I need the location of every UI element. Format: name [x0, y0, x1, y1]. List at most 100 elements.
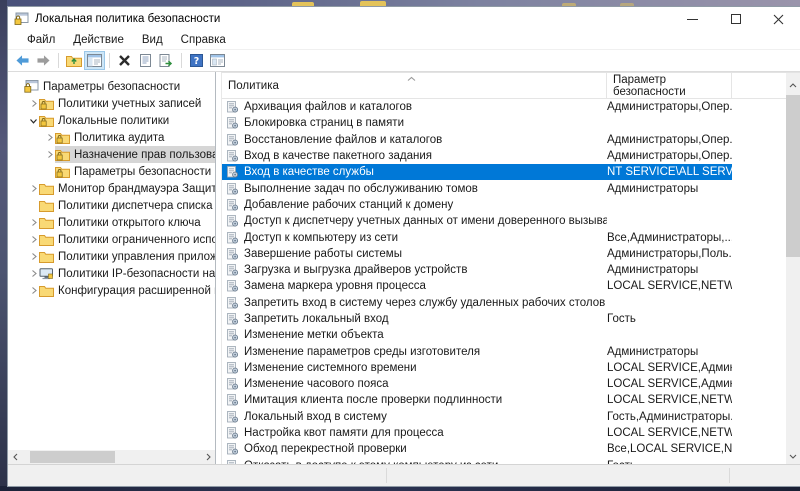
forward-arrow-icon[interactable] — [33, 51, 54, 70]
tree-item[interactable]: Политики учетных записей — [8, 95, 215, 112]
tree-item-body: Политики ограниченного использо — [39, 231, 215, 248]
tree-item[interactable]: Политики IP-безопасности на "Лока — [8, 265, 215, 282]
scroll-left-icon[interactable] — [8, 450, 22, 464]
app-console-lock-icon[interactable] — [14, 12, 29, 26]
policy-row[interactable]: Изменение метки объекта — [222, 327, 786, 343]
expander-spacer — [13, 81, 24, 92]
expand-chevron-icon[interactable] — [28, 234, 39, 245]
scrollbar-thumb[interactable] — [786, 95, 800, 257]
policy-name: Вход в качестве службы — [244, 166, 374, 178]
policy-row[interactable]: Запретить вход в систему через службу уд… — [222, 295, 786, 311]
console-lock-icon — [24, 80, 39, 93]
up-one-level-icon[interactable] — [63, 51, 84, 70]
show-console-tree-icon[interactable] — [84, 51, 105, 70]
new-window-icon[interactable] — [207, 51, 228, 70]
maximize-button[interactable] — [714, 7, 757, 31]
policy-name: Запретить локальный вход — [244, 313, 389, 325]
policy-row[interactable]: Вход в качестве пакетного заданияАдминис… — [222, 148, 786, 164]
tree-item-body: Политики открытого ключа — [39, 214, 204, 231]
scroll-right-icon[interactable] — [201, 450, 215, 464]
help-icon[interactable]: ? — [186, 51, 207, 70]
policy-cell: Имитация клиента после проверки подлинно… — [222, 392, 607, 408]
expand-chevron-icon[interactable] — [44, 132, 55, 143]
tree-item[interactable]: Назначение прав пользователя — [8, 146, 215, 163]
statusbar-divider — [729, 468, 730, 483]
policy-row[interactable]: Завершение работы системыАдминистраторы,… — [222, 246, 786, 262]
expand-chevron-icon[interactable] — [28, 268, 39, 279]
policy-row[interactable]: Блокировка страниц в памяти — [222, 115, 786, 131]
security-setting-value: Все,Администраторы,... — [607, 229, 732, 245]
tree-item[interactable]: Параметры безопасности — [8, 163, 215, 180]
tree-item[interactable]: Локальные политики — [8, 112, 215, 129]
scrollbar-thumb[interactable] — [30, 451, 115, 463]
folder-icon — [39, 250, 54, 263]
policy-name: Вход в качестве пакетного задания — [244, 150, 432, 162]
expand-chevron-icon[interactable] — [28, 217, 39, 228]
policy-icon — [226, 313, 239, 325]
policy-row[interactable]: Добавление рабочих станций к домену — [222, 197, 786, 213]
expand-chevron-icon[interactable] — [28, 183, 39, 194]
security-setting-value: LOCAL SERVICE,NETWO... — [607, 278, 732, 294]
tree-item[interactable]: Параметры безопасности — [8, 78, 215, 95]
policy-name: Замена маркера уровня процесса — [244, 280, 426, 292]
security-setting-value — [607, 295, 732, 311]
tree-item[interactable]: Политики открытого ключа — [8, 214, 215, 231]
back-arrow-icon[interactable] — [12, 51, 33, 70]
expand-chevron-icon[interactable] — [28, 285, 39, 296]
policy-row[interactable]: Вход в качестве службы NT SERVICE\ALL SER… — [222, 164, 786, 180]
expand-chevron-icon[interactable] — [28, 251, 39, 262]
list-vertical-scrollbar[interactable] — [786, 73, 800, 464]
column-header-policy[interactable]: Политика — [222, 73, 607, 98]
policy-row[interactable]: Настройка квот памяти для процессаLOCAL … — [222, 425, 786, 441]
tree-item[interactable]: Монитор брандмауэра Защитника ' — [8, 180, 215, 197]
policy-row[interactable]: Имитация клиента после проверки подлинно… — [222, 392, 786, 408]
policy-list: Архивация файлов и каталоговАдминистрато… — [222, 99, 786, 464]
policy-row[interactable]: Изменение часового поясаLOCAL SERVICE,Ад… — [222, 376, 786, 392]
policy-tree: Параметры безопасностиПолитики учетных з… — [8, 72, 215, 450]
policy-row[interactable]: Восстановление файлов и каталоговАдминис… — [222, 132, 786, 148]
scrollbar-track[interactable] — [22, 450, 201, 464]
expand-chevron-icon[interactable] — [44, 149, 55, 160]
close-button[interactable] — [757, 7, 800, 31]
policy-icon — [226, 411, 239, 423]
column-header-security-setting[interactable]: Параметр безопасности — [607, 73, 732, 98]
tree-item[interactable]: Политики ограниченного использо — [8, 231, 215, 248]
tree-item[interactable]: Политика аудита — [8, 129, 215, 146]
policy-icon — [226, 362, 239, 374]
policy-row[interactable]: Локальный вход в системуГость,Администра… — [222, 409, 786, 425]
expand-chevron-icon[interactable] — [28, 98, 39, 109]
policy-row[interactable]: Изменение системного времениLOCAL SERVIC… — [222, 360, 786, 376]
policy-cell: Замена маркера уровня процесса — [222, 278, 607, 294]
policy-row[interactable]: Выполнение задач по обслуживанию томовАд… — [222, 180, 786, 196]
scroll-up-icon[interactable] — [786, 78, 800, 92]
policy-row[interactable]: Доступ к компьютеру из сетиВсе,Администр… — [222, 229, 786, 245]
policy-row[interactable]: Доступ к диспетчеру учетных данных от им… — [222, 213, 786, 229]
policy-row[interactable]: Замена маркера уровня процесса LOCAL SERV… — [222, 278, 786, 294]
tree-item[interactable]: Политики управления приложения — [8, 248, 215, 265]
policy-row[interactable]: Запретить локальный входГость — [222, 311, 786, 327]
tree-horizontal-scrollbar[interactable] — [8, 450, 215, 464]
menu-view[interactable]: Вид — [133, 31, 172, 50]
minimize-button[interactable] — [671, 7, 714, 31]
collapse-chevron-icon[interactable] — [28, 115, 39, 126]
tree-item[interactable]: Конфигурация расширенной полит — [8, 282, 215, 299]
delete-icon[interactable] — [114, 51, 135, 70]
policy-row[interactable]: Обход перекрестной проверкиВсе,LOCAL SER… — [222, 441, 786, 457]
menu-help[interactable]: Справка — [172, 31, 235, 50]
tree-item[interactable]: Политики диспетчера списка сетей — [8, 197, 215, 214]
column-header-policy-label: Политика — [228, 80, 279, 92]
policy-name: Обход перекрестной проверки — [244, 443, 407, 455]
security-setting-value: NT SERVICE\ALL SERVICES — [607, 164, 732, 180]
policy-row[interactable]: Загрузка и выгрузка драйверов устройствА… — [222, 262, 786, 278]
scroll-down-icon[interactable] — [786, 449, 800, 463]
menu-file[interactable]: Файл — [18, 31, 64, 50]
properties-icon[interactable] — [135, 51, 156, 70]
export-list-icon[interactable] — [156, 51, 177, 70]
menu-action[interactable]: Действие — [64, 31, 133, 50]
policy-row[interactable]: Изменение параметров среды изготовителяА… — [222, 343, 786, 359]
policy-name: Изменение метки объекта — [244, 329, 384, 341]
security-setting-value: LOCAL SERVICE,Админ... — [607, 376, 732, 392]
security-setting-value — [607, 115, 732, 131]
tree-item-label: Параметры безопасности — [74, 166, 211, 178]
policy-row[interactable]: Архивация файлов и каталоговАдминистрато… — [222, 99, 786, 115]
